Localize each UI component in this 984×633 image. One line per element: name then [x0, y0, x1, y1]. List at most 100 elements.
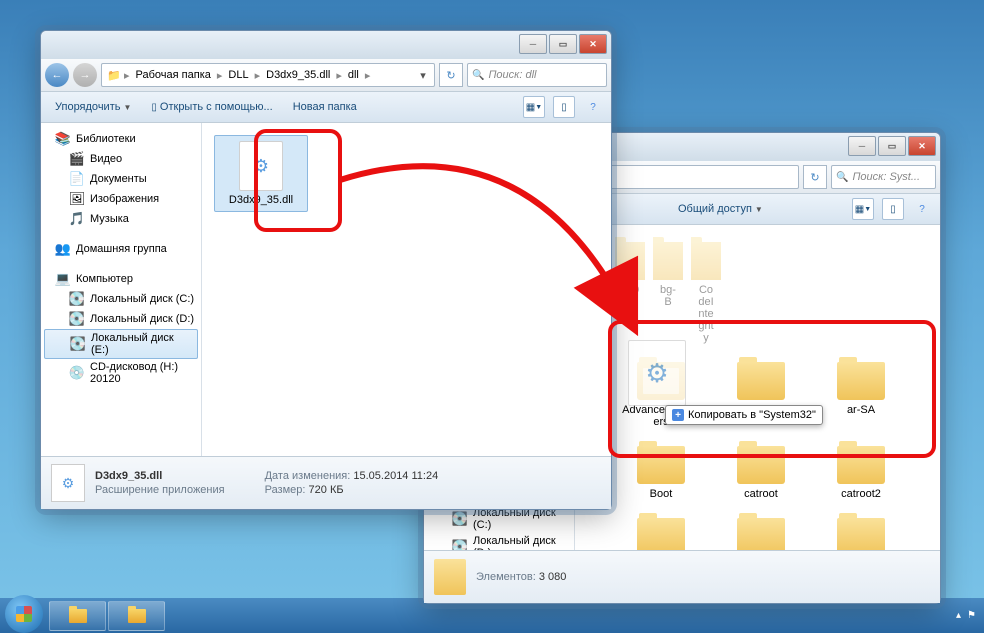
homegroup-icon: 👥 — [55, 241, 71, 257]
forward-button[interactable]: → — [73, 63, 97, 87]
dll-file-icon — [239, 141, 283, 191]
folder-content[interactable]: D3dx9_35.dll — [202, 123, 611, 456]
share-button[interactable]: Общий доступ▼ — [672, 199, 769, 219]
computer-icon: 💻 — [55, 271, 71, 287]
new-folder-button[interactable]: Новая папка — [287, 97, 363, 117]
folder-icon — [434, 559, 466, 595]
drive-icon: 💽 — [452, 539, 468, 550]
folder-item[interactable]: Boot — [615, 441, 707, 505]
folder-icon — [837, 518, 885, 550]
breadcrumb[interactable]: dll — [344, 69, 363, 81]
folder-item[interactable]: CodeIntegrity — [691, 237, 721, 349]
status-bar: Элементов: 3 080 — [424, 550, 940, 603]
preview-pane-button[interactable]: ▯ — [882, 198, 904, 220]
folder-icon — [737, 362, 785, 400]
start-button[interactable] — [5, 595, 43, 633]
folder-icon: 📁 — [106, 67, 122, 83]
folder-name: CodeIntegrity — [696, 284, 716, 344]
nav-pane: 📚Библиотеки 🎬Видео 📄Документы 🖼Изображен… — [41, 123, 202, 456]
documents-icon: 📄 — [69, 171, 85, 187]
help-button[interactable]: ? — [583, 97, 603, 117]
nav-documents[interactable]: 📄Документы — [41, 169, 201, 189]
minimize-button[interactable]: ─ — [848, 136, 876, 156]
drive-icon: 💽 — [452, 511, 468, 527]
details-pane: D3dx9_35.dll Расширение приложения Дата … — [41, 456, 611, 509]
refresh-button[interactable]: ↻ — [439, 63, 463, 87]
breadcrumb[interactable]: DLL — [224, 69, 252, 81]
folder-item[interactable]: catroot — [715, 441, 807, 505]
folder-item[interactable]: cs-CZ — [815, 513, 907, 550]
system-tray[interactable]: ▴⚑ — [956, 598, 976, 633]
search-input[interactable]: Поиск: Syst... — [831, 165, 936, 189]
view-button[interactable]: ▦▼ — [523, 96, 545, 118]
folder-icon — [691, 242, 721, 280]
maximize-button[interactable]: ▭ — [549, 34, 577, 54]
folder-icon — [837, 362, 885, 400]
breadcrumb[interactable]: Рабочая папка — [132, 69, 215, 81]
folder-icon — [837, 446, 885, 484]
maximize-button[interactable]: ▭ — [878, 136, 906, 156]
drive-icon: 💽 — [70, 336, 86, 352]
nav-homegroup[interactable]: 👥Домашняя группа — [41, 239, 201, 259]
drive-icon: 💽 — [69, 291, 85, 307]
drag-ghost-file — [628, 340, 686, 409]
drag-tooltip: + Копировать в "System32" — [665, 405, 823, 425]
close-button[interactable]: ✕ — [908, 136, 936, 156]
nav-video[interactable]: 🎬Видео — [41, 149, 201, 169]
folder-icon — [637, 518, 685, 550]
drive-icon: 💽 — [69, 311, 85, 327]
taskbar-item-explorer[interactable] — [49, 601, 106, 631]
folder-item[interactable]: config — [715, 513, 807, 550]
flag-icon[interactable]: ⚑ — [967, 610, 976, 621]
file-name: D3dx9_35.dll — [229, 194, 293, 206]
help-button[interactable]: ? — [912, 199, 932, 219]
video-icon: 🎬 — [69, 151, 85, 167]
folder-item[interactable]: com — [615, 513, 707, 550]
nav-images[interactable]: 🖼Изображения — [41, 189, 201, 209]
folder-item[interactable]: catroot2 — [815, 441, 907, 505]
toolbar: Упорядочить▼ ▯Открыть с помощью... Новая… — [41, 92, 611, 123]
nav-music[interactable]: 🎵Музыка — [41, 209, 201, 229]
folder-icon — [737, 518, 785, 550]
cd-icon: 💿 — [69, 365, 85, 381]
nav-drive-d[interactable]: 💽Локальный диск (D:) — [41, 309, 201, 329]
refresh-button[interactable]: ↻ — [803, 165, 827, 189]
images-icon: 🖼 — [69, 191, 85, 207]
titlebar: ─ ▭ ✕ — [41, 31, 611, 59]
tray-arrow-icon[interactable]: ▴ — [956, 610, 961, 621]
back-button[interactable]: ← — [45, 63, 69, 87]
folder-item[interactable]: bg-B — [653, 237, 683, 349]
dll-file-icon — [51, 464, 85, 502]
folder-item[interactable]: 0409 — [615, 237, 645, 349]
folder-name: 0409 — [620, 284, 640, 308]
file-item-dll[interactable]: D3dx9_35.dll — [214, 135, 308, 212]
folder-name: ar-SA — [847, 404, 875, 416]
breadcrumb[interactable]: D3dx9_35.dll — [262, 69, 334, 81]
organize-button[interactable]: Упорядочить▼ — [49, 97, 137, 117]
folder-icon — [653, 242, 683, 280]
nav-drive-c[interactable]: 💽Локальный диск (C:) — [41, 289, 201, 309]
folder-name: Boot — [650, 488, 673, 500]
search-input[interactable]: Поиск: dll — [467, 63, 607, 87]
address-dropdown[interactable]: ▾ — [416, 69, 430, 82]
details-filename: D3dx9_35.dll — [95, 470, 225, 482]
explorer-window-dll: ─ ▭ ✕ ← → 📁 ▸ Рабочая папка▸ DLL▸ D3dx9_… — [40, 30, 612, 510]
libraries-icon: 📚 — [55, 131, 71, 147]
nav-computer[interactable]: 💻Компьютер — [41, 269, 201, 289]
nav-drive-e[interactable]: 💽Локальный диск (E:) — [44, 329, 198, 359]
nav-libraries[interactable]: 📚Библиотеки — [41, 129, 201, 149]
open-with-button[interactable]: ▯Открыть с помощью... — [145, 97, 278, 117]
taskbar-item-explorer[interactable] — [108, 601, 165, 631]
close-button[interactable]: ✕ — [579, 34, 607, 54]
nav-bar: ← → 📁 ▸ Рабочая папка▸ DLL▸ D3dx9_35.dll… — [41, 59, 611, 92]
preview-pane-button[interactable]: ▯ — [553, 96, 575, 118]
view-button[interactable]: ▦▼ — [852, 198, 874, 220]
folder-icon — [615, 242, 645, 280]
address-bar[interactable]: 📁 ▸ Рабочая папка▸ DLL▸ D3dx9_35.dll▸ dl… — [101, 63, 435, 87]
nav-cd-drive[interactable]: 💿CD-дисковод (H:) 20120 — [41, 359, 201, 387]
folder-icon — [128, 609, 146, 623]
nav-drive-d[interactable]: 💽Локальный диск (D:) — [424, 533, 574, 550]
folder-item[interactable]: ar-SA — [815, 357, 907, 433]
details-filetype: Расширение приложения — [95, 484, 225, 496]
minimize-button[interactable]: ─ — [519, 34, 547, 54]
